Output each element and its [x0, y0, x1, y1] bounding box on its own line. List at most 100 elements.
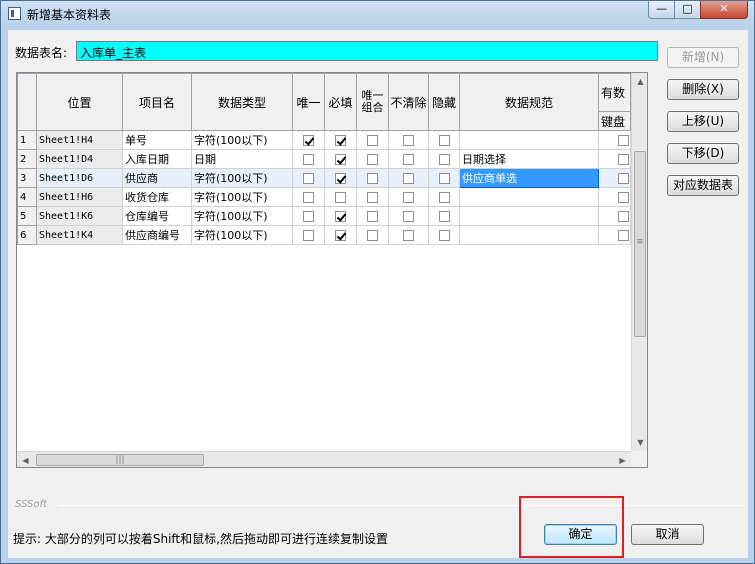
hidden-checkbox[interactable] [438, 154, 450, 165]
keyboard-cell[interactable] [598, 149, 631, 169]
data-type-cell[interactable]: 字符(100以下) [191, 206, 293, 226]
map-table-button[interactable]: 对应数据表 [667, 175, 739, 196]
unique-combo-cell[interactable] [356, 149, 389, 169]
required-checkbox[interactable] [335, 211, 346, 222]
item-name-cell[interactable]: 收货仓库 [122, 187, 192, 207]
unique-checkbox[interactable] [303, 173, 314, 184]
unique-combo-checkbox[interactable] [367, 173, 378, 184]
col-header-required[interactable]: 必填 [324, 73, 357, 131]
close-button[interactable]: ✕ [700, 1, 748, 19]
no-clear-cell[interactable] [388, 225, 429, 245]
required-cell[interactable] [324, 149, 357, 169]
position-cell[interactable]: Sheet1!D4 [36, 149, 123, 169]
keyboard-checkbox[interactable] [618, 211, 629, 222]
col-header-valid[interactable]: 有数 [598, 73, 631, 112]
position-cell[interactable]: Sheet1!D6 [36, 168, 123, 188]
unique-combo-checkbox[interactable] [367, 230, 378, 241]
hidden-checkbox[interactable] [438, 211, 450, 222]
row-number[interactable]: 2 [17, 149, 37, 169]
col-header-keyboard[interactable]: 键盘 [598, 111, 631, 131]
position-cell[interactable]: Sheet1!H4 [36, 130, 123, 150]
unique-checkbox[interactable] [303, 192, 314, 203]
data-rule-cell[interactable] [459, 130, 599, 150]
unique-combo-cell[interactable] [356, 225, 389, 245]
item-name-cell[interactable]: 供应商编号 [122, 225, 192, 245]
no-clear-checkbox[interactable] [403, 135, 414, 146]
col-header-no-clear[interactable]: 不清除 [388, 73, 429, 131]
hidden-checkbox[interactable] [438, 135, 450, 146]
vertical-scroll-thumb[interactable]: ≡ [634, 151, 646, 337]
no-clear-cell[interactable] [388, 149, 429, 169]
required-checkbox[interactable] [335, 173, 346, 184]
hidden-cell[interactable] [428, 206, 460, 226]
row-number[interactable]: 4 [17, 187, 37, 207]
required-checkbox[interactable] [335, 154, 346, 165]
table-row[interactable]: 2 Sheet1!D4 入库日期 日期 日期选择 [17, 149, 631, 169]
move-down-button[interactable]: 下移(D) [667, 143, 739, 164]
unique-combo-cell[interactable] [356, 187, 389, 207]
required-cell[interactable] [324, 206, 357, 226]
item-name-cell[interactable]: 供应商 [122, 168, 192, 188]
horizontal-scrollbar[interactable]: ◀ ||| ▶ [17, 451, 631, 467]
unique-combo-checkbox[interactable] [367, 135, 378, 146]
required-cell[interactable] [324, 130, 357, 150]
col-header-item-name[interactable]: 项目名 [122, 73, 192, 131]
data-rule-cell[interactable] [459, 206, 599, 226]
scroll-up-arrow-icon[interactable]: ▲ [632, 73, 647, 90]
title-bar[interactable]: 新增基本资料表 — □ ✕ [1, 1, 754, 27]
required-cell[interactable] [324, 187, 357, 207]
unique-checkbox[interactable] [303, 211, 314, 222]
no-clear-cell[interactable] [388, 168, 429, 188]
data-type-cell[interactable]: 日期 [191, 149, 293, 169]
table-row[interactable]: 4 Sheet1!H6 收货仓库 字符(100以下) [17, 187, 631, 207]
unique-checkbox[interactable] [303, 154, 314, 165]
minimize-button[interactable]: — [648, 1, 675, 19]
col-header-data-rule[interactable]: 数据规范 [459, 73, 599, 131]
keyboard-checkbox[interactable] [618, 154, 629, 165]
no-clear-checkbox[interactable] [403, 211, 414, 222]
position-cell[interactable]: Sheet1!H6 [36, 187, 123, 207]
no-clear-checkbox[interactable] [403, 173, 414, 184]
required-cell[interactable] [324, 225, 357, 245]
unique-checkbox[interactable] [303, 135, 314, 146]
keyboard-checkbox[interactable] [618, 135, 629, 146]
col-header-data-type[interactable]: 数据类型 [191, 73, 293, 131]
no-clear-checkbox[interactable] [403, 192, 414, 203]
keyboard-checkbox[interactable] [618, 173, 629, 184]
unique-cell[interactable] [292, 206, 325, 226]
table-row[interactable]: 3 Sheet1!D6 供应商 字符(100以下) 供应商单选 [17, 168, 631, 188]
unique-combo-cell[interactable] [356, 168, 389, 188]
unique-cell[interactable] [292, 187, 325, 207]
add-button[interactable]: 新增(N) [667, 47, 739, 68]
scroll-right-arrow-icon[interactable]: ▶ [614, 452, 631, 467]
table-name-input[interactable]: 入库单_主表 [76, 41, 658, 61]
data-rule-cell[interactable] [459, 187, 599, 207]
table-row[interactable]: 6 Sheet1!K4 供应商编号 字符(100以下) [17, 225, 631, 245]
hidden-checkbox[interactable] [438, 192, 450, 203]
unique-cell[interactable] [292, 130, 325, 150]
row-number[interactable]: 5 [17, 206, 37, 226]
required-checkbox[interactable] [335, 192, 346, 203]
col-header-hidden[interactable]: 隐藏 [428, 73, 460, 131]
hidden-cell[interactable] [428, 168, 460, 188]
unique-checkbox[interactable] [303, 230, 314, 241]
position-cell[interactable]: Sheet1!K6 [36, 206, 123, 226]
keyboard-cell[interactable] [598, 206, 631, 226]
data-type-cell[interactable]: 字符(100以下) [191, 168, 293, 188]
required-cell[interactable] [324, 168, 357, 188]
row-number[interactable]: 3 [17, 168, 37, 188]
unique-cell[interactable] [292, 149, 325, 169]
item-name-cell[interactable]: 仓库编号 [122, 206, 192, 226]
data-rule-cell[interactable]: 供应商单选 [459, 168, 599, 188]
delete-button[interactable]: 删除(X) [667, 79, 739, 100]
row-number[interactable]: 1 [17, 130, 37, 150]
data-type-cell[interactable]: 字符(100以下) [191, 130, 293, 150]
col-header-unique[interactable]: 唯一 [292, 73, 325, 131]
no-clear-checkbox[interactable] [403, 230, 414, 241]
maximize-button[interactable]: □ [674, 1, 701, 19]
no-clear-checkbox[interactable] [403, 154, 414, 165]
scroll-down-arrow-icon[interactable]: ▼ [632, 434, 647, 451]
required-checkbox[interactable] [335, 230, 346, 241]
no-clear-cell[interactable] [388, 130, 429, 150]
unique-combo-cell[interactable] [356, 206, 389, 226]
